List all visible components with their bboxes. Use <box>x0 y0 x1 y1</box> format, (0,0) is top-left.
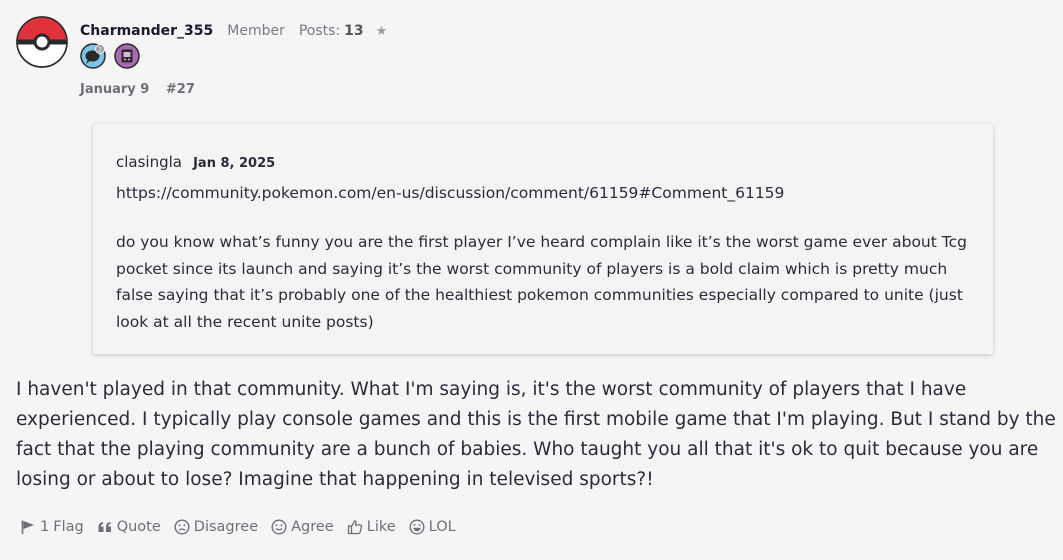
quote-author-link[interactable]: clasingla <box>116 153 182 171</box>
post-meta: January 9 #27 <box>80 82 195 97</box>
like-label: Like <box>366 519 396 535</box>
disagree-label: Disagree <box>193 519 259 535</box>
star-icon: ★ <box>375 24 388 39</box>
quote-header: clasingla Jan 8, 2025 <box>116 152 275 171</box>
quote-label: Quote <box>116 519 161 535</box>
flag-button[interactable]: 1 Flag <box>20 519 84 535</box>
post-number-link[interactable]: #27 <box>166 82 195 97</box>
posts-label: Posts: <box>298 23 341 39</box>
flag-icon <box>21 520 34 534</box>
agree-button[interactable]: Agree <box>271 519 334 535</box>
badges: 2 <box>80 43 140 69</box>
thumbs-up-icon <box>347 520 362 535</box>
user-role: Member <box>227 23 285 39</box>
pokeball-icon <box>16 16 68 68</box>
avatar[interactable] <box>16 16 68 68</box>
quote-button[interactable]: Quote <box>97 519 161 535</box>
laughing-face-icon <box>409 519 425 535</box>
disagree-face-icon <box>174 519 190 535</box>
comment-badge-icon[interactable]: 2 <box>80 43 106 69</box>
disagree-button[interactable]: Disagree <box>174 519 258 535</box>
pokedex-badge-icon[interactable] <box>114 43 140 69</box>
username-link[interactable]: Charmander_355 <box>80 23 213 39</box>
flag-label: Flag <box>53 519 84 535</box>
reaction-bar: 1 Flag Quote Disagree Agree Like LOL <box>20 519 469 535</box>
agree-face-icon <box>271 519 287 535</box>
quote-body: do you know what’s funny you are the fir… <box>116 233 967 331</box>
quote-block: clasingla Jan 8, 2025 https://community.… <box>93 124 993 354</box>
quote-icon <box>98 522 111 532</box>
lol-button[interactable]: LOL <box>409 519 456 535</box>
quote-url-link[interactable]: https://community.pokemon.com/en-us/disc… <box>116 184 784 202</box>
author-line: Charmander_355 Member Posts: 13 ★ <box>80 23 387 41</box>
post-date-link[interactable]: January 9 <box>80 82 149 97</box>
quote-date: Jan 8, 2025 <box>193 156 276 171</box>
agree-label: Agree <box>291 519 334 535</box>
badge-count: 2 <box>98 45 102 53</box>
lol-label: LOL <box>428 519 456 535</box>
post-body: I haven't played in that community. What… <box>16 379 1056 490</box>
posts-count: 13 <box>344 23 364 39</box>
like-button[interactable]: Like <box>347 519 396 535</box>
flag-count: 1 <box>40 519 50 535</box>
